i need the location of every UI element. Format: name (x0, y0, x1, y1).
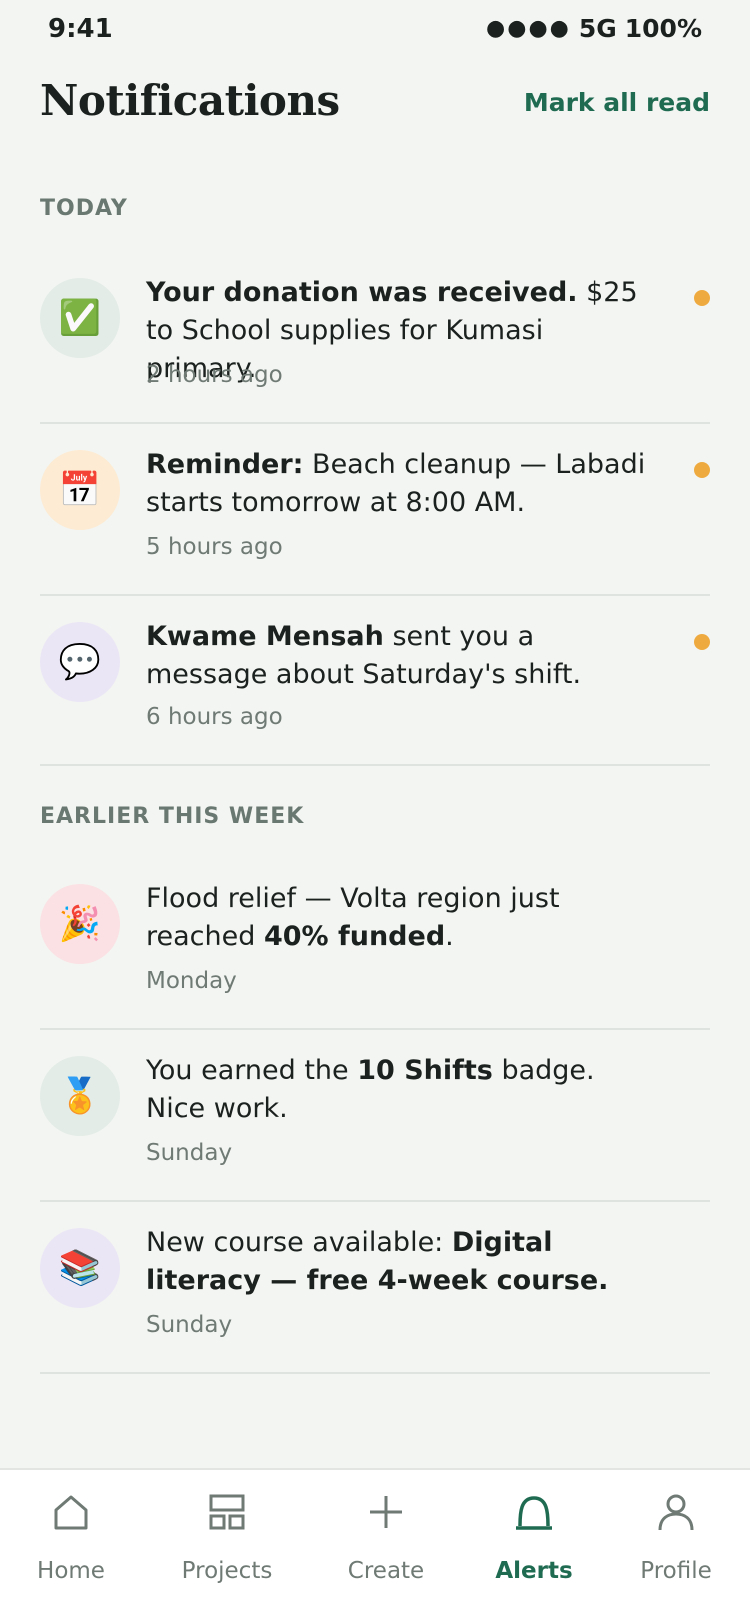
calendar-icon: 📅 (40, 450, 120, 530)
unread-dot (694, 290, 710, 306)
nav-home[interactable]: Home (0, 1470, 146, 1600)
plus-icon (370, 1496, 402, 1528)
notification-text: New course available: Digital literacy —… (146, 1224, 662, 1300)
check-mark-icon: ✅ (40, 278, 120, 358)
nav-home-label: Home (37, 1558, 105, 1584)
notification-bold-text: 10 Shifts (357, 1055, 493, 1086)
notification-time: Sunday (146, 1140, 233, 1166)
unread-dot (694, 462, 710, 478)
notification-bold-text: Kwame Mensah (146, 621, 384, 652)
notification-item[interactable]: ✅ Your donation was received. $25 to Sch… (40, 256, 710, 424)
notification-body-text: New course available: (146, 1227, 452, 1258)
nav-create[interactable]: Create (311, 1470, 461, 1600)
notification-text: Kwame Mensah sent you a message about Sa… (146, 618, 662, 694)
party-popper-icon: 🎉 (40, 884, 120, 964)
medal-icon: 🏅 (40, 1056, 120, 1136)
notification-item[interactable]: 📚 New course available: Digital literacy… (40, 1202, 710, 1374)
status-time: 9:41 (48, 14, 113, 44)
page-header: Notifications Mark all read (40, 72, 710, 142)
notification-item[interactable]: 💬 Kwame Mensah sent you a message about … (40, 596, 710, 766)
status-right: ●●●● 5G 100% (486, 14, 702, 43)
nav-profile[interactable]: Profile (601, 1470, 750, 1600)
home-icon (54, 1495, 88, 1530)
notification-bold-text: Your donation was received. (146, 277, 578, 308)
network-label: 5G (578, 14, 617, 43)
notification-item[interactable]: 🎉 Flood relief — Volta region just reach… (40, 860, 710, 1030)
person-icon (658, 1494, 694, 1531)
nav-create-label: Create (347, 1558, 425, 1584)
nav-alerts-label: Alerts (495, 1558, 573, 1584)
nav-projects[interactable]: Projects (152, 1470, 302, 1600)
nav-projects-label: Projects (181, 1558, 273, 1584)
notification-item[interactable]: 📅 Reminder: Beach cleanup — Labadi start… (40, 424, 710, 596)
page-title: Notifications (40, 76, 340, 125)
section-today-label: TODAY (40, 196, 128, 221)
notification-bold-text: 40% funded (263, 921, 446, 952)
unread-dot (694, 634, 710, 650)
notification-time: Sunday (146, 1312, 233, 1338)
notification-time: 6 hours ago (146, 704, 283, 730)
notification-body-text: . (445, 921, 454, 952)
section-earlier-label: EARLIER THIS WEEK (40, 804, 305, 829)
mark-all-read-button[interactable]: Mark all read (524, 88, 710, 117)
notification-item[interactable]: 🏅 You earned the 10 Shifts badge. Nice w… (40, 1030, 710, 1202)
status-bar: 9:41 ●●●● 5G 100% (0, 0, 750, 58)
notification-text: You earned the 10 Shifts badge. Nice wor… (146, 1052, 662, 1128)
notification-time: 5 hours ago (146, 534, 283, 560)
speech-bubble-icon: 💬 (40, 622, 120, 702)
notification-time: Monday (146, 968, 237, 994)
books-icon: 📚 (40, 1228, 120, 1308)
signal-icon: ●●●● (486, 16, 571, 41)
notification-body-text: You earned the (146, 1055, 358, 1086)
grid-icon (209, 1494, 245, 1530)
nav-profile-label: Profile (640, 1558, 712, 1584)
notification-time: 2 hours ago (146, 362, 283, 388)
notification-text: Reminder: Beach cleanup — Labadi starts … (146, 446, 662, 522)
battery-label: 100% (624, 14, 702, 43)
notification-bold-text: Reminder: (146, 449, 304, 480)
notification-text: Flood relief — Volta region just reached… (146, 880, 662, 956)
nav-alerts[interactable]: Alerts (459, 1470, 609, 1600)
notifications-screen: 9:41 ●●●● 5G 100% Notifications Mark all… (0, 0, 750, 1624)
bottom-nav: Home Projects Create Alerts Profile (0, 1468, 750, 1624)
bell-icon (516, 1496, 552, 1530)
